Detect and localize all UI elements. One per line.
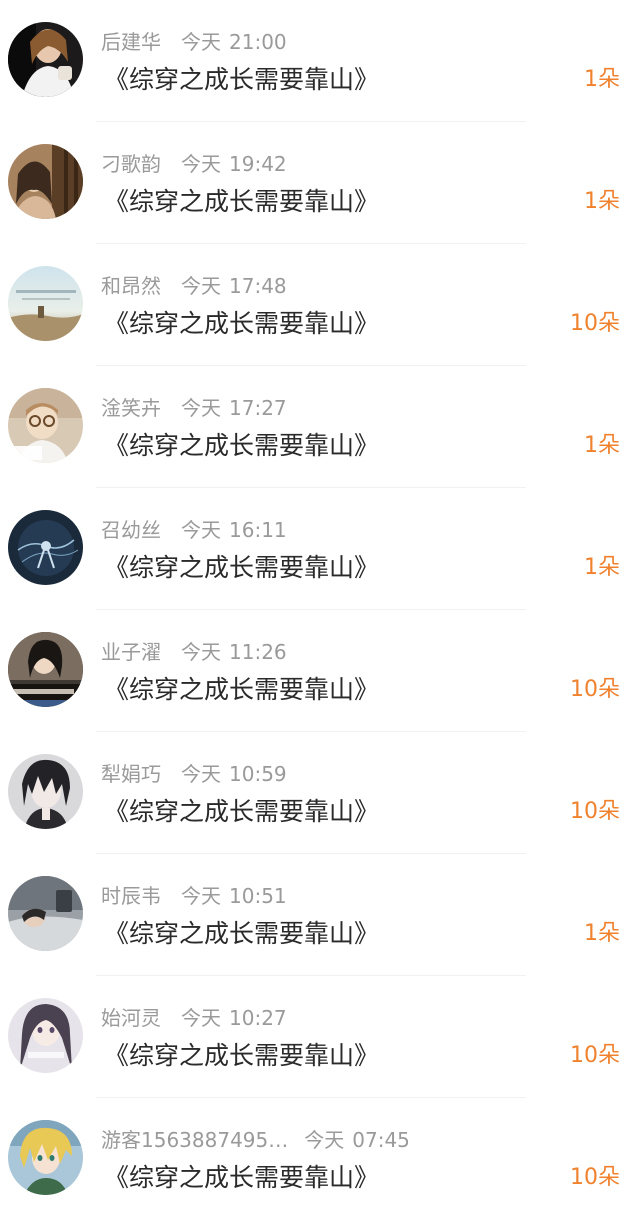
avatar[interactable]	[8, 144, 83, 219]
list-item[interactable]: 业子濯 今天 11:26 《综穿之成长需要靠山》 10朵	[0, 610, 640, 732]
sleeping-person-avatar	[8, 876, 83, 951]
user-name[interactable]: 游客1563887495…	[101, 1125, 288, 1155]
user-name[interactable]: 后建华	[101, 27, 165, 57]
record-date: 今天	[181, 30, 221, 54]
user-name[interactable]: 淦笑卉	[101, 393, 165, 423]
avatar[interactable]	[8, 998, 83, 1073]
record-meta: 刁歌韵 今天 19:42	[101, 149, 287, 179]
avatar[interactable]	[8, 876, 83, 951]
user-name[interactable]: 召幼丝	[101, 515, 165, 545]
record-date: 今天	[181, 762, 221, 786]
record-date: 今天	[181, 640, 221, 664]
record-date: 今天	[304, 1128, 345, 1152]
gift-count: 10朵	[570, 311, 620, 336]
record-time: 10:27	[229, 1006, 287, 1030]
book-title[interactable]: 《综穿之成长需要靠山》	[104, 307, 379, 341]
anime-boy-avatar	[8, 754, 83, 829]
user-name[interactable]: 始河灵	[101, 1003, 165, 1033]
record-time: 10:59	[229, 762, 287, 786]
book-title[interactable]: 《综穿之成长需要靠山》	[104, 795, 379, 829]
list-item[interactable]: 始河灵 今天 10:27 《综穿之成长需要靠山》 10朵	[0, 976, 640, 1098]
list-item[interactable]: 后建华 今天 21:00 《综穿之成长需要靠山》 1朵	[0, 0, 640, 122]
book-title[interactable]: 《综穿之成长需要靠山》	[104, 551, 379, 585]
record-date: 今天	[181, 396, 221, 420]
avatar[interactable]	[8, 388, 83, 463]
list-item[interactable]: 淦笑卉 今天 17:27 《综穿之成长需要靠山》 1朵	[0, 366, 640, 488]
record-meta: 游客1563887495… 今天 07:45	[101, 1125, 410, 1155]
user-name[interactable]: 和昂然	[101, 271, 165, 301]
book-title[interactable]: 《综穿之成长需要靠山》	[104, 673, 379, 707]
girl-text-avatar	[8, 632, 83, 707]
sepia-portrait-avatar	[8, 144, 83, 219]
avatar[interactable]	[8, 632, 83, 707]
record-time: 17:27	[229, 396, 287, 420]
sky-landscape-avatar	[8, 266, 83, 341]
gift-count: 1朵	[584, 433, 620, 458]
gift-count: 10朵	[570, 677, 620, 702]
record-meta: 和昂然 今天 17:48	[101, 271, 287, 301]
record-time: 16:11	[229, 518, 287, 542]
record-date: 今天	[181, 274, 221, 298]
list-item[interactable]: 召幼丝 今天 16:11 《综穿之成长需要靠山》 1朵	[0, 488, 640, 610]
dark-blue-figure-avatar	[8, 510, 83, 585]
record-meta: 始河灵 今天 10:27	[101, 1003, 287, 1033]
book-title[interactable]: 《综穿之成长需要靠山》	[104, 185, 379, 219]
gift-count: 10朵	[570, 1043, 620, 1068]
anime-girl-avatar	[8, 998, 83, 1073]
avatar[interactable]	[8, 22, 83, 97]
record-meta: 业子濯 今天 11:26	[101, 637, 287, 667]
list-item[interactable]: 和昂然 今天 17:48 《综穿之成长需要靠山》 10朵	[0, 244, 640, 366]
gift-count: 1朵	[584, 921, 620, 946]
book-title[interactable]: 《综穿之成长需要靠山》	[104, 1161, 379, 1195]
avatar[interactable]	[8, 1120, 83, 1195]
record-date: 今天	[181, 152, 221, 176]
gift-count: 1朵	[584, 189, 620, 214]
list-item[interactable]: 犁娟巧 今天 10:59 《综穿之成长需要靠山》 10朵	[0, 732, 640, 854]
record-date: 今天	[181, 884, 221, 908]
record-time: 19:42	[229, 152, 287, 176]
record-meta: 犁娟巧 今天 10:59	[101, 759, 287, 789]
list-item[interactable]: 游客1563887495… 今天 07:45 《综穿之成长需要靠山》 10朵	[0, 1098, 640, 1205]
list-item[interactable]: 刁歌韵 今天 19:42 《综穿之成长需要靠山》 1朵	[0, 122, 640, 244]
avatar[interactable]	[8, 510, 83, 585]
book-title[interactable]: 《综穿之成长需要靠山》	[104, 1039, 379, 1073]
record-date: 今天	[181, 1006, 221, 1030]
user-name[interactable]: 业子濯	[101, 637, 165, 667]
book-title[interactable]: 《综穿之成长需要靠山》	[104, 429, 379, 463]
list-item[interactable]: 时辰韦 今天 10:51 《综穿之成长需要靠山》 1朵	[0, 854, 640, 976]
avatar[interactable]	[8, 754, 83, 829]
record-time: 11:26	[229, 640, 287, 664]
user-name[interactable]: 刁歌韵	[101, 149, 165, 179]
record-meta: 后建华 今天 21:00	[101, 27, 287, 57]
record-meta: 时辰韦 今天 10:51	[101, 881, 287, 911]
gift-count: 1朵	[584, 67, 620, 92]
anime-blonde-avatar	[8, 1120, 83, 1195]
user-name[interactable]: 时辰韦	[101, 881, 165, 911]
user-name[interactable]: 犁娟巧	[101, 759, 165, 789]
record-meta: 召幼丝 今天 16:11	[101, 515, 287, 545]
gift-count: 10朵	[570, 799, 620, 824]
record-time: 21:00	[229, 30, 287, 54]
gift-count: 10朵	[570, 1165, 620, 1190]
book-title[interactable]: 《综穿之成长需要靠山》	[104, 917, 379, 951]
record-time: 17:48	[229, 274, 287, 298]
gift-records-list: 后建华 今天 21:00 《综穿之成长需要靠山》 1朵 刁歌韵 今天 19:42 《综穿…	[0, 0, 640, 1205]
book-title[interactable]: 《综穿之成长需要靠山》	[104, 63, 379, 97]
record-time: 07:45	[352, 1128, 410, 1152]
avatar[interactable]	[8, 266, 83, 341]
child-glasses-avatar	[8, 388, 83, 463]
record-meta: 淦笑卉 今天 17:27	[101, 393, 287, 423]
gift-count: 1朵	[584, 555, 620, 580]
woman-white-top-avatar	[8, 22, 83, 97]
record-date: 今天	[181, 518, 221, 542]
record-time: 10:51	[229, 884, 287, 908]
